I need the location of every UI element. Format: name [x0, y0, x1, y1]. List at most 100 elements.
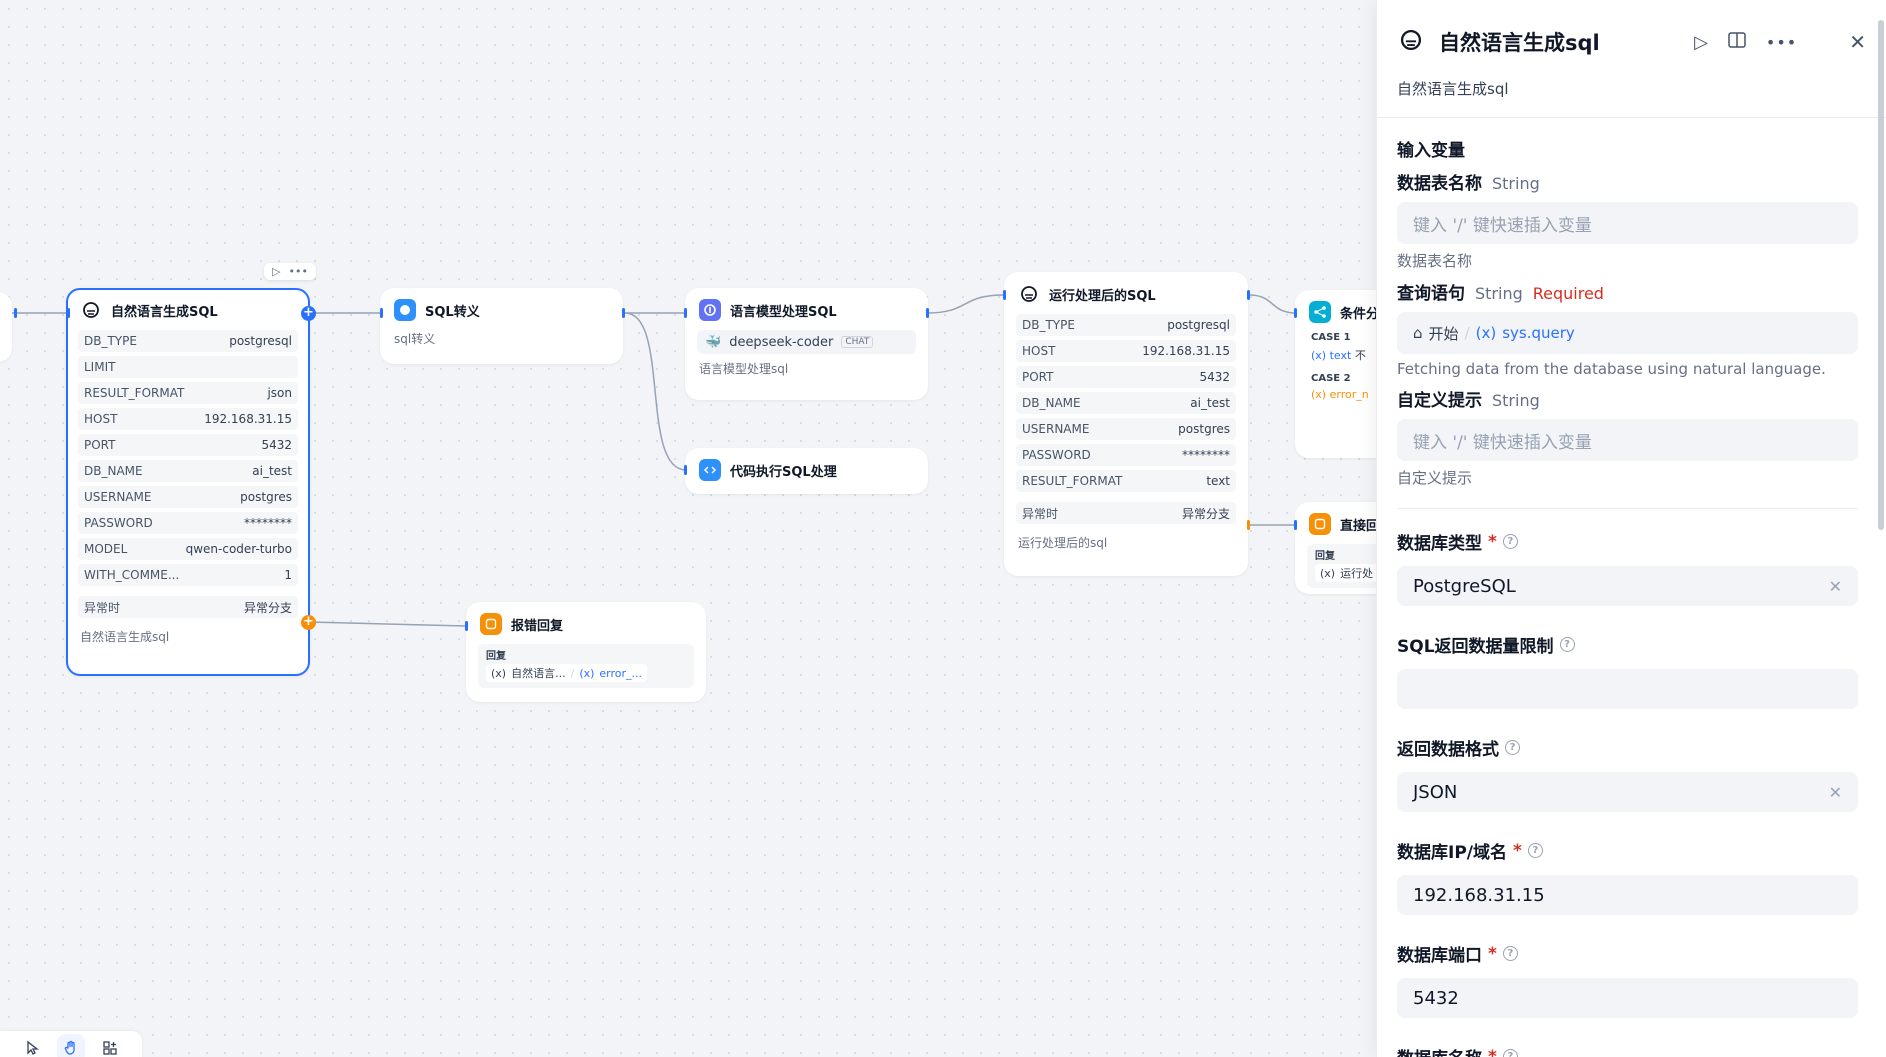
node-run-sql[interactable]: 运行处理后的SQL DB_TYPE postgresql HOST 192.168.3… [1004, 272, 1248, 576]
node-handle[interactable] [1003, 290, 1006, 300]
param-row: DB_TYPE postgresql [1016, 314, 1236, 336]
panel-description[interactable]: 自然语言生成sql [1377, 78, 1886, 118]
query-input[interactable]: ⌂ 开始 / (x) sys.query [1397, 312, 1858, 354]
help-icon[interactable]: ? [1502, 1049, 1518, 1057]
var-hint: 自定义提示 [1397, 469, 1473, 487]
param-key: PASSWORD [1022, 448, 1091, 462]
limit-input[interactable] [1397, 669, 1858, 709]
host-input[interactable]: 192.168.31.15 [1397, 875, 1858, 915]
param-row: DB_TYPE postgresql [78, 330, 298, 352]
hand-tool-button[interactable] [56, 1034, 86, 1057]
param-key: WITH_COMME... [84, 568, 180, 582]
clear-icon[interactable]: ✕ [1829, 783, 1842, 802]
param-row: HOST 192.168.31.15 [78, 408, 298, 430]
run-node-icon[interactable]: ▷ [272, 265, 280, 278]
param-key: PORT [1022, 370, 1054, 384]
node-handle[interactable] [1247, 520, 1250, 530]
node-handle[interactable] [465, 621, 468, 631]
param-value: ******** [1182, 448, 1230, 462]
custom-prompt-input[interactable]: 键入 '/' 键快速插入变量 [1397, 419, 1858, 461]
layout-icon [103, 1041, 117, 1055]
node-handle[interactable] [684, 308, 687, 318]
branch-icon [1309, 301, 1331, 323]
node-error-reply[interactable]: 报错回复 回复 (x) 自然语言... / (x) error_... [466, 602, 706, 702]
var-hint: 数据表名称 [1397, 252, 1473, 270]
node-sql-escape[interactable]: SQL转义 sql转义 [380, 288, 623, 364]
node-handle[interactable] [380, 308, 383, 318]
panel-scrollbar[interactable] [1878, 20, 1884, 530]
divider [1397, 508, 1858, 509]
field-label: 数据库端口 *? [1397, 941, 1858, 966]
home-icon: ⌂ [1413, 324, 1423, 342]
param-key: DB_TYPE [1022, 318, 1075, 332]
node-handle[interactable] [622, 308, 625, 318]
node-handle[interactable] [67, 308, 70, 318]
var-label: 查询语句 String Required [1397, 284, 1604, 304]
reply-variable: (x) 自然语言... / (x) error_... [486, 664, 648, 682]
param-value: 192.168.31.15 [1142, 344, 1230, 358]
help-icon[interactable]: ? [1502, 534, 1518, 549]
more-icon[interactable]: ••• [288, 265, 307, 278]
clear-icon[interactable]: ✕ [1829, 577, 1842, 596]
model-chip[interactable]: 🐳 deepseek-coder CHAT [697, 330, 916, 354]
add-fail-branch-button[interactable]: + [301, 615, 316, 630]
more-icon[interactable]: ••• [1766, 33, 1797, 52]
node-nl2sql[interactable]: 自然语言生成SQL DB_TYPE postgresql LIMIT RESULT_F… [66, 288, 310, 676]
param-row: USERNAME postgres [78, 486, 298, 508]
node-handle[interactable] [1247, 290, 1250, 300]
tool-icon [394, 299, 416, 321]
panel-title[interactable]: 自然语言生成sql [1439, 27, 1680, 57]
param-row: RESULT_FORMAT text [1016, 470, 1236, 492]
port-input[interactable]: 5432 [1397, 978, 1858, 1018]
close-icon[interactable]: ✕ [1849, 30, 1866, 54]
node-description: 自然语言生成sql [80, 630, 170, 644]
param-row: LIMIT [78, 356, 298, 378]
reply-icon [1309, 513, 1331, 535]
db-type-select[interactable]: PostgreSQL ✕ [1397, 566, 1858, 606]
param-value: ai_test [252, 464, 292, 478]
reply-variable: (x) 运行处 [1315, 564, 1379, 582]
node-mini-toolbar: ▷ ••• [264, 263, 316, 280]
model-mode-tag: CHAT [841, 336, 874, 348]
format-select[interactable]: JSON ✕ [1397, 772, 1858, 812]
model-name: deepseek-coder [729, 334, 834, 350]
param-row: DB_NAME ai_test [78, 460, 298, 482]
add-next-node-button[interactable]: + [301, 306, 316, 321]
help-icon[interactable]: ? [1559, 637, 1575, 652]
table-name-input[interactable]: 键入 '/' 键快速插入变量 [1397, 202, 1858, 244]
node-title: 直接回 [1340, 518, 1380, 534]
param-key: MODEL [84, 542, 128, 556]
node-handle[interactable] [926, 308, 929, 318]
llm-icon [699, 299, 721, 321]
node-title: 代码执行SQL处理 [730, 464, 837, 480]
node-llm[interactable]: 语言模型处理SQL 🐳 deepseek-coder CHAT 语言模型处理sq… [685, 288, 928, 400]
node-handle[interactable] [684, 465, 687, 475]
sql-node-icon [1397, 26, 1425, 58]
organize-button[interactable] [95, 1034, 124, 1057]
node-description: sql转义 [394, 332, 436, 346]
node-handle[interactable] [1294, 308, 1297, 318]
node-code[interactable]: 代码执行SQL处理 [685, 448, 928, 494]
partial-start-node[interactable] [0, 292, 12, 362]
node-handle[interactable] [1294, 520, 1297, 530]
param-key: RESULT_FORMAT [84, 386, 185, 400]
node-param-list: DB_TYPE postgresql LIMIT RESULT_FORMAT json H… [68, 330, 308, 586]
param-key: USERNAME [1022, 422, 1090, 436]
help-icon[interactable]: ? [1505, 740, 1520, 755]
param-value: postgresql [1167, 318, 1230, 332]
exception-label: 异常时 [1022, 506, 1059, 521]
node-handle[interactable] [14, 308, 17, 318]
exception-row: 异常时 异常分支 [78, 596, 298, 618]
node-description: 语言模型处理sql [699, 362, 789, 376]
run-icon[interactable]: ▷ [1694, 32, 1708, 53]
help-icon[interactable]: ? [1502, 946, 1518, 961]
sql-node-icon [80, 299, 102, 321]
help-icon[interactable]: ? [1527, 843, 1543, 858]
pointer-tool-button[interactable] [18, 1034, 47, 1057]
param-value: ******** [244, 516, 292, 530]
field-label: SQL返回数据量限制? [1397, 632, 1858, 657]
param-row: HOST 192.168.31.15 [1016, 340, 1236, 362]
exception-row: 异常时 异常分支 [1016, 502, 1236, 524]
param-value: qwen-coder-turbo [185, 542, 292, 556]
split-view-icon[interactable] [1728, 32, 1746, 52]
